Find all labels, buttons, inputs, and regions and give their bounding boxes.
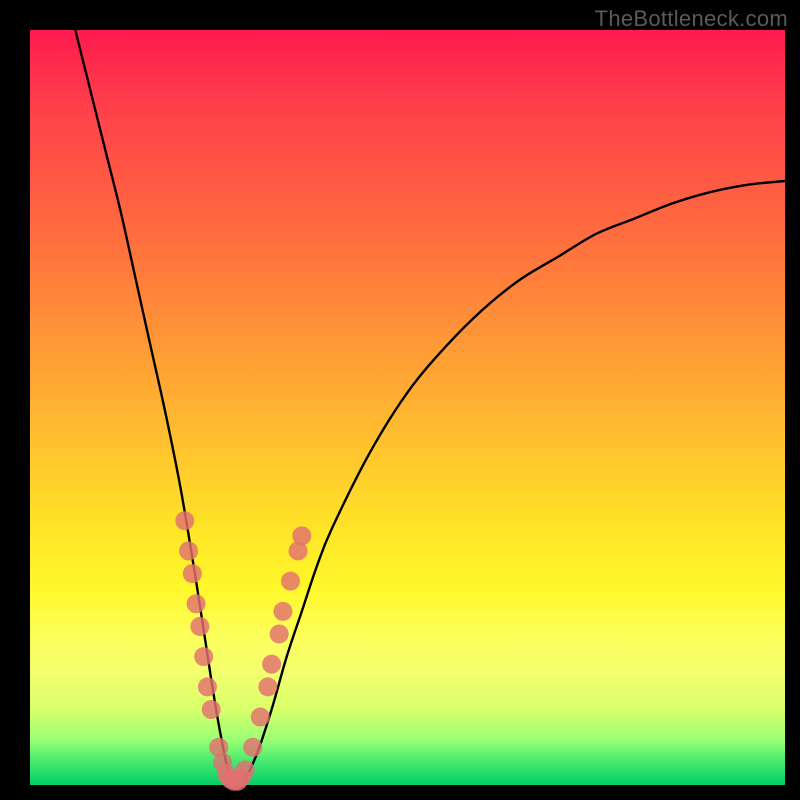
scatter-dot	[273, 602, 292, 621]
scatter-dot	[194, 647, 213, 666]
scatter-dot	[187, 594, 206, 613]
chart-plot-area	[30, 30, 785, 785]
scatter-dot	[179, 541, 198, 560]
scatter-dots	[175, 511, 311, 790]
scatter-dot	[183, 564, 202, 583]
scatter-dot	[236, 760, 255, 779]
scatter-dot	[281, 572, 300, 591]
scatter-dot	[292, 526, 311, 545]
scatter-dot	[270, 625, 289, 644]
chart-frame: TheBottleneck.com	[0, 0, 800, 800]
chart-svg	[30, 30, 785, 785]
bottleneck-curve	[75, 30, 785, 788]
scatter-dot	[198, 677, 217, 696]
scatter-dot	[243, 738, 262, 757]
scatter-dot	[190, 617, 209, 636]
scatter-dot	[258, 677, 277, 696]
scatter-dot	[262, 655, 281, 674]
scatter-dot	[251, 708, 270, 727]
scatter-dot	[202, 700, 221, 719]
watermark-text: TheBottleneck.com	[595, 6, 788, 32]
scatter-dot	[175, 511, 194, 530]
